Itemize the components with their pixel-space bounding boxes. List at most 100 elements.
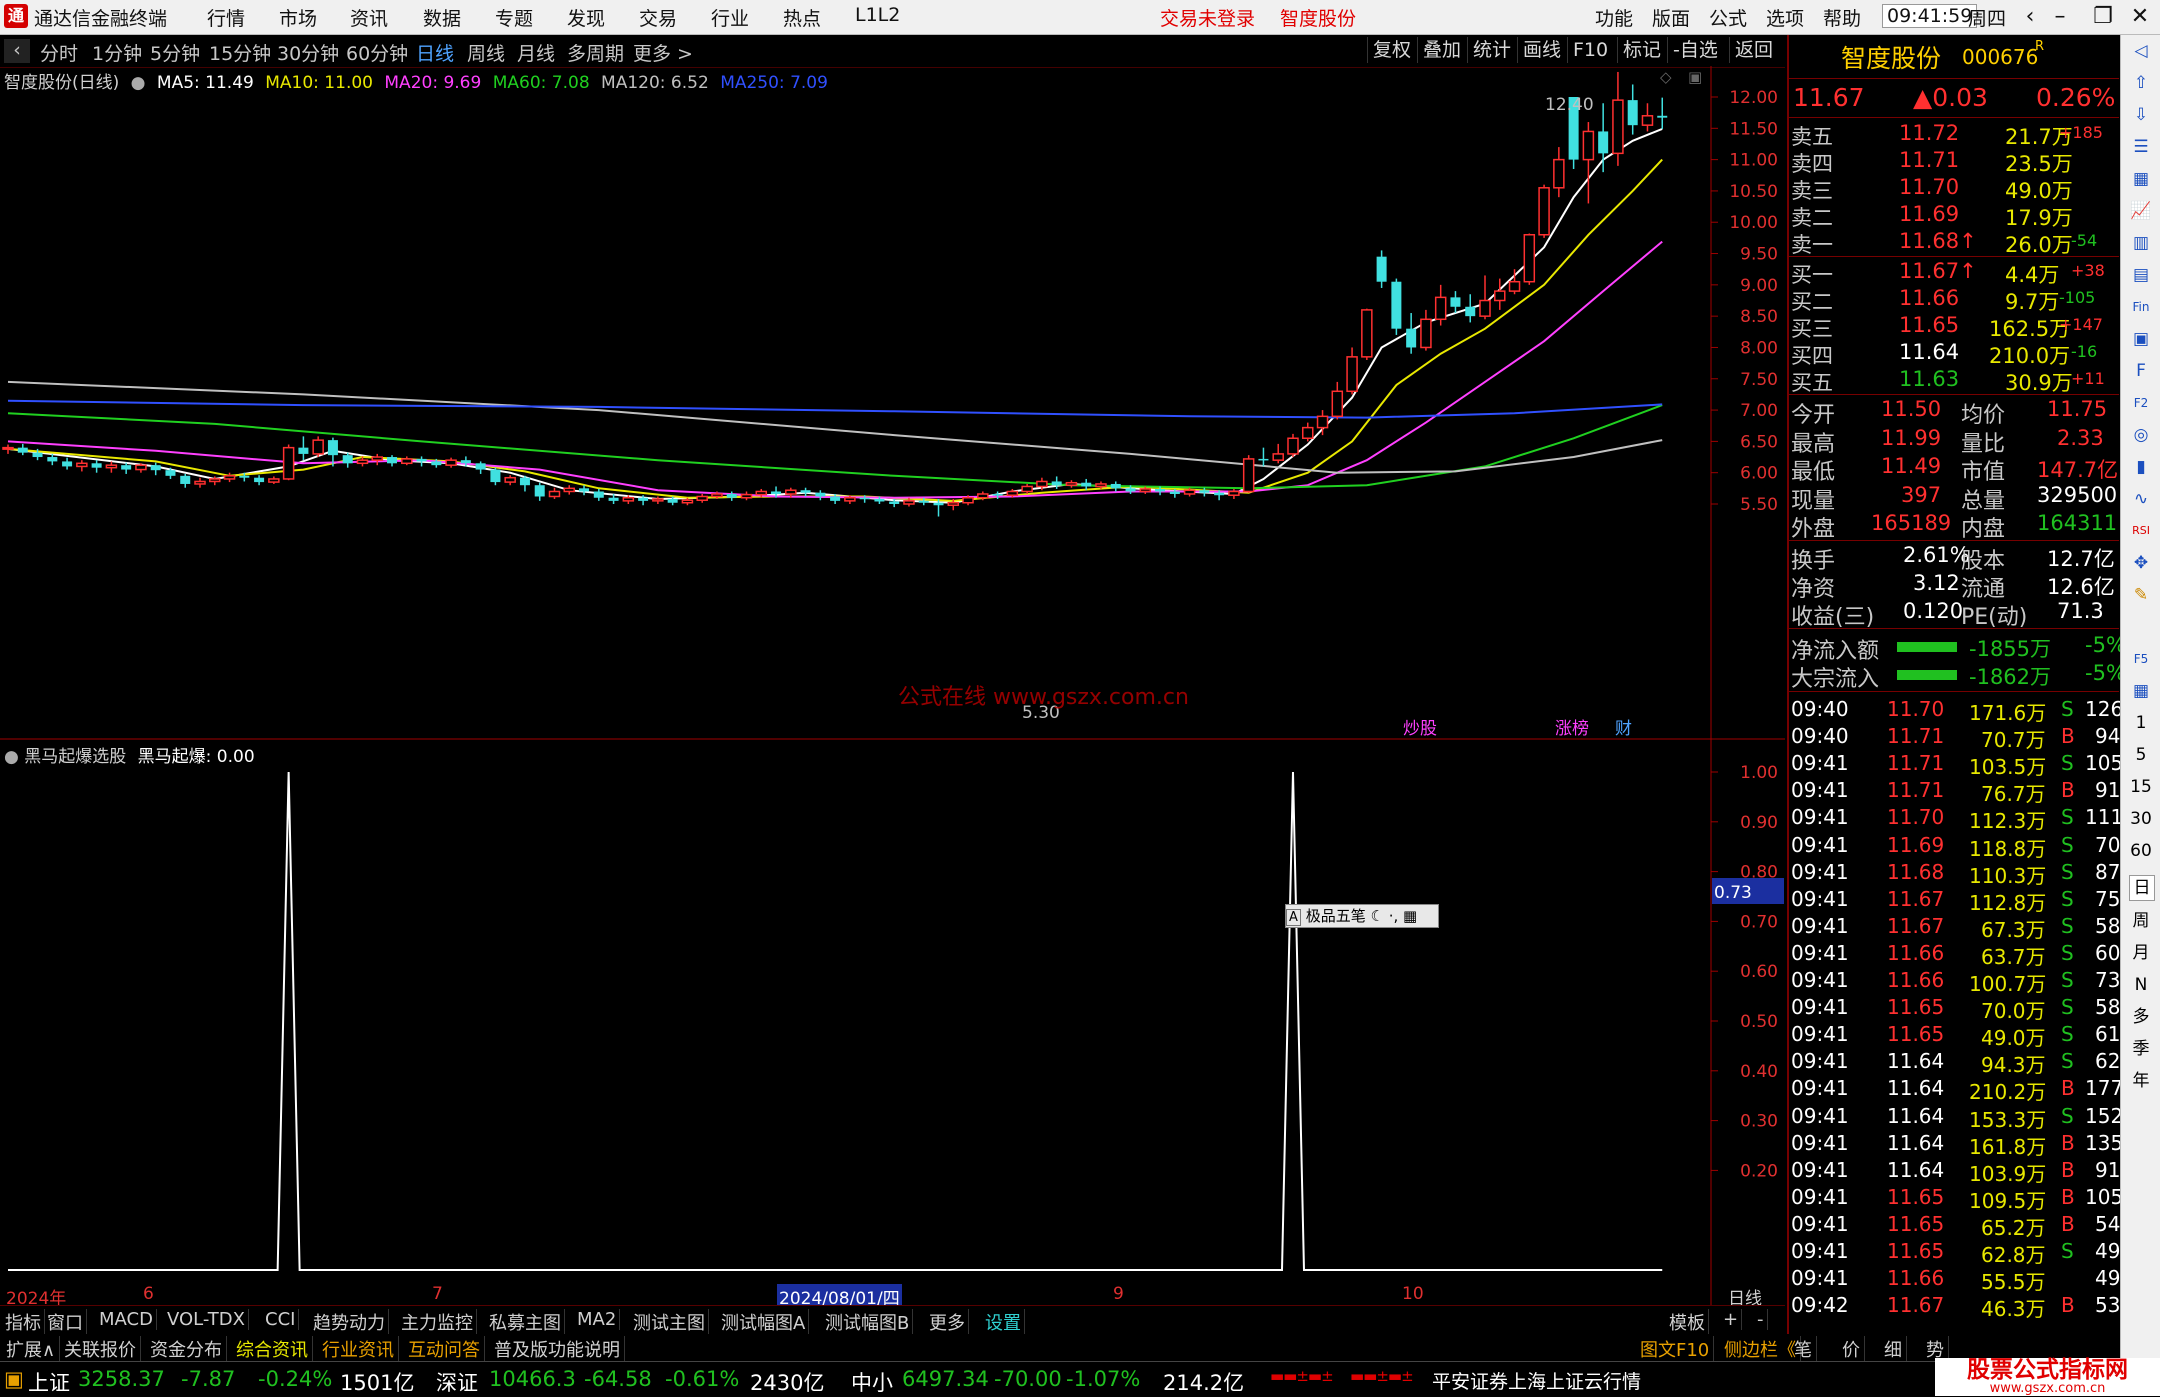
indicator-tab[interactable]: MACD bbox=[96, 1309, 157, 1330]
tick-row[interactable]: 09:41 11.65 65.2万 B 54 bbox=[1789, 1212, 2120, 1240]
menu-discover[interactable]: 发现 bbox=[567, 4, 605, 31]
bottom-tab[interactable]: 行业资讯 bbox=[318, 1336, 399, 1362]
tick-row[interactable]: 09:41 11.65 109.5万 B 105 bbox=[1789, 1185, 2123, 1213]
tick-row[interactable]: 09:40 11.70 171.6万 S 126 bbox=[1789, 697, 2123, 725]
chart-window-icon[interactable]: ▣ bbox=[1688, 68, 1702, 86]
sidebar-period-5[interactable]: 5 bbox=[2129, 743, 2153, 767]
tag-zhangbang[interactable]: 涨榜 bbox=[1555, 719, 1589, 739]
sidebar-period-day[interactable]: 日 bbox=[2129, 875, 2155, 901]
period-more[interactable]: 更多 > bbox=[633, 39, 693, 66]
sidebar-wave-icon[interactable]: ∿ bbox=[2129, 487, 2153, 511]
sidebar-period-year[interactable]: 年 bbox=[2129, 1069, 2153, 1093]
bottom-tab[interactable]: 资金分布 bbox=[146, 1336, 227, 1362]
sidebar-bars-icon[interactable]: ▮ bbox=[2129, 455, 2153, 479]
period-60min[interactable]: 60分钟 bbox=[346, 39, 408, 66]
tick-row[interactable]: 09:41 11.65 49.0万 S 61 bbox=[1789, 1022, 2120, 1050]
sidebar-f10-icon[interactable]: F bbox=[2129, 359, 2153, 383]
period-5min[interactable]: 5分钟 bbox=[150, 39, 200, 66]
minimize-icon[interactable]: – bbox=[2045, 2, 2075, 32]
indicator-tab[interactable]: 测试主图 bbox=[630, 1309, 709, 1335]
chart-diamond-icon[interactable]: ◇ bbox=[1660, 68, 1672, 86]
sidebar-list-icon[interactable]: ☰ bbox=[2129, 135, 2153, 159]
menu-hot[interactable]: 热点 bbox=[783, 4, 821, 31]
sidebar-period-n[interactable]: N bbox=[2129, 973, 2153, 997]
bottom-tab[interactable]: 普及版功能说明 bbox=[490, 1336, 625, 1362]
period-15min[interactable]: 15分钟 bbox=[209, 39, 271, 66]
menu-data[interactable]: 数据 bbox=[423, 4, 461, 31]
sidebar-table-icon[interactable]: ▤ bbox=[2129, 263, 2153, 287]
toolbar-back[interactable]: 返回 bbox=[1729, 37, 1778, 63]
sidebar-grid-icon[interactable]: ▦ bbox=[2129, 167, 2153, 191]
sidebar-fin-icon[interactable]: Fin bbox=[2129, 295, 2153, 319]
menu-news[interactable]: 资讯 bbox=[350, 4, 388, 31]
indicator-tab[interactable]: CCI bbox=[262, 1309, 300, 1330]
sidebar-f5-icon[interactable]: F5 bbox=[2129, 647, 2153, 671]
tick-row[interactable]: 09:41 11.68 110.3万 S 87 bbox=[1789, 860, 2120, 888]
indicator-tab[interactable]: 更多 bbox=[926, 1309, 969, 1335]
menu-industry[interactable]: 行业 bbox=[711, 4, 749, 31]
zx-name[interactable]: 中小 bbox=[851, 1367, 893, 1397]
bottom-tab[interactable]: 扩展∧ bbox=[2, 1336, 61, 1362]
indicator-tab[interactable]: VOL-TDX bbox=[164, 1309, 249, 1330]
menu-topics[interactable]: 专题 bbox=[495, 4, 533, 31]
restore-icon[interactable]: ❐ bbox=[2088, 2, 2118, 32]
sz-name[interactable]: 深证 bbox=[436, 1367, 478, 1397]
sidebar-period-30[interactable]: 30 bbox=[2129, 807, 2153, 831]
toolbar-f10[interactable]: F10 bbox=[1567, 37, 1613, 63]
tick-row[interactable]: 09:41 11.64 94.3万 S 62 bbox=[1789, 1049, 2120, 1077]
toolbar-stats[interactable]: 统计 bbox=[1467, 37, 1516, 63]
sidebar-up-icon[interactable]: ⇧ bbox=[2129, 71, 2153, 95]
toolbar-draw[interactable]: 画线 bbox=[1517, 37, 1566, 63]
bottom-right-tab[interactable]: 细 bbox=[1880, 1336, 1907, 1362]
sidebar-kline-icon[interactable]: ▥ bbox=[2129, 231, 2153, 255]
add-tab-icon[interactable]: + bbox=[1720, 1309, 1743, 1330]
candlestick-chart[interactable]: 12.00 11.50 11.00 10.50 10.00 9.50 9.00 8.50 8.0… bbox=[0, 66, 1785, 740]
toolbar-mark[interactable]: 标记 bbox=[1617, 37, 1666, 63]
indicator-tab[interactable]: 窗口 bbox=[44, 1309, 87, 1335]
tick-row[interactable]: 09:41 11.70 112.3万 S 111 bbox=[1789, 805, 2123, 833]
period-1min[interactable]: 1分钟 bbox=[92, 39, 142, 66]
tick-row[interactable]: 09:41 11.66 63.7万 S 60 bbox=[1789, 941, 2120, 969]
menu-quotes[interactable]: 行情 bbox=[207, 4, 245, 31]
tick-row[interactable]: 09:41 11.67 67.3万 S 58 bbox=[1789, 914, 2120, 942]
sidebar-f2-icon[interactable]: F2 bbox=[2129, 391, 2153, 415]
period-daily[interactable]: 日线 bbox=[416, 39, 454, 66]
sidebar-period-month[interactable]: 月 bbox=[2129, 941, 2153, 965]
menu-l1l2[interactable]: L1L2 bbox=[855, 4, 900, 26]
tick-row[interactable]: 09:41 11.66 55.5万 49 bbox=[1789, 1266, 2120, 1294]
tag-cai[interactable]: 财 bbox=[1615, 719, 1632, 739]
template-tab[interactable]: 模板 bbox=[1666, 1309, 1709, 1335]
sidebar-collapse-icon[interactable]: ◁ bbox=[2129, 39, 2153, 63]
menu-market[interactable]: 市场 bbox=[279, 4, 317, 31]
close-icon[interactable]: ✕ bbox=[2125, 2, 2155, 32]
sidebar-period-quarter[interactable]: 季 bbox=[2129, 1037, 2153, 1061]
tick-row[interactable]: 09:41 11.67 112.8万 S 75 bbox=[1789, 887, 2120, 915]
collapse-icon[interactable]: ‹ bbox=[4, 39, 30, 63]
tick-row[interactable]: 09:41 11.71 76.7万 B 91 bbox=[1789, 778, 2120, 806]
period-30min[interactable]: 30分钟 bbox=[277, 39, 339, 66]
tick-row[interactable]: 09:41 11.64 161.8万 B 135 bbox=[1789, 1131, 2123, 1159]
indicator-tab[interactable]: 指标 bbox=[2, 1309, 45, 1335]
toolbar-overlay[interactable]: 叠加 bbox=[1417, 37, 1466, 63]
bottom-tab[interactable]: 关联报价 bbox=[60, 1336, 141, 1362]
remove-tab-icon[interactable]: - bbox=[1754, 1309, 1768, 1330]
sidebar-period-15[interactable]: 15 bbox=[2129, 775, 2153, 799]
bottom-right-tab[interactable]: 价 bbox=[1838, 1336, 1865, 1362]
tick-row[interactable]: 09:41 11.69 118.8万 S 70 bbox=[1789, 833, 2120, 861]
tick-row[interactable]: 09:41 11.65 70.0万 S 58 bbox=[1789, 995, 2120, 1023]
sidebar-move-icon[interactable]: ✥ bbox=[2129, 551, 2153, 575]
status-menu-icon[interactable]: ▣ bbox=[4, 1367, 24, 1391]
sidebar-period-1[interactable]: 1 bbox=[2129, 711, 2153, 735]
sh-name[interactable]: 上证 bbox=[28, 1367, 70, 1397]
sidebar-grid2-icon[interactable]: ▦ bbox=[2129, 679, 2153, 703]
indicator-tab[interactable]: 测试幅图A bbox=[718, 1309, 810, 1335]
tick-row[interactable]: 09:41 11.65 62.8万 S 49 bbox=[1789, 1239, 2120, 1267]
indicator-tab[interactable]: 设置 bbox=[982, 1309, 1025, 1335]
bottom-right-tab[interactable]: 侧边栏《 bbox=[1720, 1336, 1801, 1362]
tick-row[interactable]: 09:41 11.64 210.2万 B 177 bbox=[1789, 1076, 2123, 1104]
menu-layout[interactable]: 版面 bbox=[1652, 4, 1690, 31]
bottom-right-tab[interactable]: 图文F10 bbox=[1636, 1336, 1715, 1362]
indicator-tab[interactable]: 测试幅图B bbox=[822, 1309, 914, 1335]
indicator-tab[interactable]: 私募主图 bbox=[486, 1309, 565, 1335]
tick-row[interactable]: 09:41 11.71 103.5万 S 105 bbox=[1789, 751, 2123, 779]
